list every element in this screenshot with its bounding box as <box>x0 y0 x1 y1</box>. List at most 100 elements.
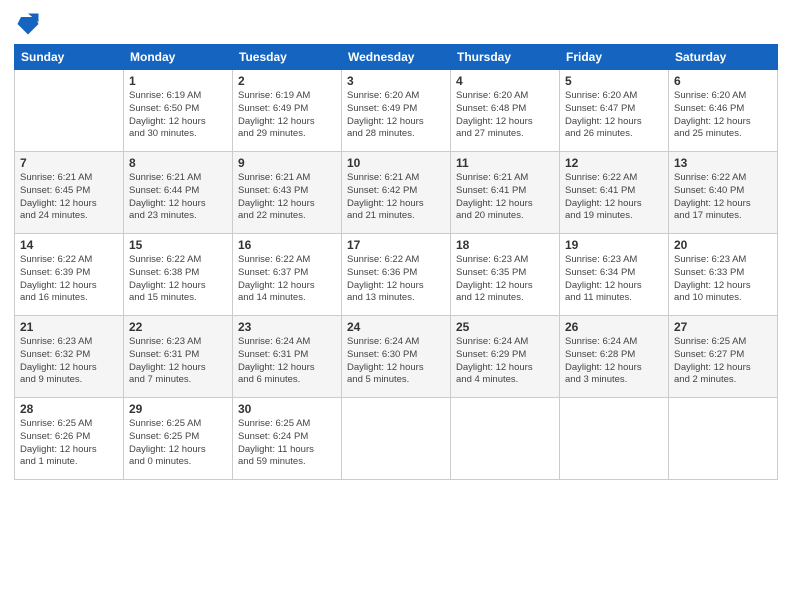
day-info: Sunrise: 6:24 AM Sunset: 6:28 PM Dayligh… <box>565 336 663 387</box>
day-number: 24 <box>347 320 445 334</box>
day-info: Sunrise: 6:25 AM Sunset: 6:27 PM Dayligh… <box>674 336 772 387</box>
calendar-cell: 14 Sunrise: 6:22 AM Sunset: 6:39 PM Dayli… <box>15 234 124 316</box>
day-number: 11 <box>456 156 554 170</box>
calendar-cell: 16 Sunrise: 6:22 AM Sunset: 6:37 PM Dayli… <box>233 234 342 316</box>
day-info: Sunrise: 6:25 AM Sunset: 6:24 PM Dayligh… <box>238 418 336 469</box>
day-info: Sunrise: 6:22 AM Sunset: 6:40 PM Dayligh… <box>674 172 772 223</box>
calendar-cell: 6 Sunrise: 6:20 AM Sunset: 6:46 PM Daylig… <box>669 70 778 152</box>
day-info: Sunrise: 6:19 AM Sunset: 6:50 PM Dayligh… <box>129 90 227 141</box>
day-info: Sunrise: 6:20 AM Sunset: 6:49 PM Dayligh… <box>347 90 445 141</box>
day-number: 1 <box>129 74 227 88</box>
day-number: 12 <box>565 156 663 170</box>
calendar-cell: 4 Sunrise: 6:20 AM Sunset: 6:48 PM Daylig… <box>451 70 560 152</box>
day-info: Sunrise: 6:23 AM Sunset: 6:35 PM Dayligh… <box>456 254 554 305</box>
col-thursday: Thursday <box>451 45 560 70</box>
calendar-cell: 12 Sunrise: 6:22 AM Sunset: 6:41 PM Dayli… <box>560 152 669 234</box>
day-number: 3 <box>347 74 445 88</box>
col-wednesday: Wednesday <box>342 45 451 70</box>
day-number: 19 <box>565 238 663 252</box>
day-number: 4 <box>456 74 554 88</box>
calendar-cell <box>560 398 669 480</box>
day-number: 8 <box>129 156 227 170</box>
calendar-cell: 1 Sunrise: 6:19 AM Sunset: 6:50 PM Daylig… <box>124 70 233 152</box>
day-info: Sunrise: 6:20 AM Sunset: 6:47 PM Dayligh… <box>565 90 663 141</box>
calendar-cell: 20 Sunrise: 6:23 AM Sunset: 6:33 PM Dayli… <box>669 234 778 316</box>
day-info: Sunrise: 6:21 AM Sunset: 6:43 PM Dayligh… <box>238 172 336 223</box>
day-info: Sunrise: 6:22 AM Sunset: 6:39 PM Dayligh… <box>20 254 118 305</box>
col-saturday: Saturday <box>669 45 778 70</box>
calendar-cell: 5 Sunrise: 6:20 AM Sunset: 6:47 PM Daylig… <box>560 70 669 152</box>
calendar-cell: 7 Sunrise: 6:21 AM Sunset: 6:45 PM Daylig… <box>15 152 124 234</box>
day-info: Sunrise: 6:21 AM Sunset: 6:42 PM Dayligh… <box>347 172 445 223</box>
day-number: 27 <box>674 320 772 334</box>
calendar-cell: 13 Sunrise: 6:22 AM Sunset: 6:40 PM Dayli… <box>669 152 778 234</box>
day-number: 7 <box>20 156 118 170</box>
day-number: 15 <box>129 238 227 252</box>
day-number: 26 <box>565 320 663 334</box>
day-info: Sunrise: 6:23 AM Sunset: 6:33 PM Dayligh… <box>674 254 772 305</box>
day-info: Sunrise: 6:23 AM Sunset: 6:32 PM Dayligh… <box>20 336 118 387</box>
day-number: 22 <box>129 320 227 334</box>
day-info: Sunrise: 6:21 AM Sunset: 6:41 PM Dayligh… <box>456 172 554 223</box>
calendar-cell: 2 Sunrise: 6:19 AM Sunset: 6:49 PM Daylig… <box>233 70 342 152</box>
calendar-cell: 19Sunrise: 6:23 AM Sunset: 6:34 PM Dayli… <box>560 234 669 316</box>
calendar-cell: 23 Sunrise: 6:24 AM Sunset: 6:31 PM Dayli… <box>233 316 342 398</box>
calendar-header-row: Sunday Monday Tuesday Wednesday Thursday… <box>15 45 778 70</box>
calendar-cell <box>451 398 560 480</box>
day-number: 14 <box>20 238 118 252</box>
day-number: 16 <box>238 238 336 252</box>
day-info: Sunrise: 6:22 AM Sunset: 6:38 PM Dayligh… <box>129 254 227 305</box>
day-info: Sunrise: 6:24 AM Sunset: 6:30 PM Dayligh… <box>347 336 445 387</box>
day-info: Sunrise: 6:21 AM Sunset: 6:44 PM Dayligh… <box>129 172 227 223</box>
day-info: Sunrise: 6:22 AM Sunset: 6:36 PM Dayligh… <box>347 254 445 305</box>
calendar-cell <box>15 70 124 152</box>
day-info: Sunrise: 6:22 AM Sunset: 6:37 PM Dayligh… <box>238 254 336 305</box>
calendar-cell: 25Sunrise: 6:24 AM Sunset: 6:29 PM Dayli… <box>451 316 560 398</box>
day-info: Sunrise: 6:21 AM Sunset: 6:45 PM Dayligh… <box>20 172 118 223</box>
calendar-cell <box>342 398 451 480</box>
day-number: 21 <box>20 320 118 334</box>
col-tuesday: Tuesday <box>233 45 342 70</box>
day-number: 28 <box>20 402 118 416</box>
day-number: 13 <box>674 156 772 170</box>
day-info: Sunrise: 6:20 AM Sunset: 6:46 PM Dayligh… <box>674 90 772 141</box>
calendar-table: Sunday Monday Tuesday Wednesday Thursday… <box>14 44 778 480</box>
calendar-cell: 22 Sunrise: 6:23 AM Sunset: 6:31 PM Dayli… <box>124 316 233 398</box>
calendar-cell: 8 Sunrise: 6:21 AM Sunset: 6:44 PM Daylig… <box>124 152 233 234</box>
day-info: Sunrise: 6:24 AM Sunset: 6:31 PM Dayligh… <box>238 336 336 387</box>
calendar-cell: 3 Sunrise: 6:20 AM Sunset: 6:49 PM Daylig… <box>342 70 451 152</box>
calendar-cell: 17 Sunrise: 6:22 AM Sunset: 6:36 PM Dayli… <box>342 234 451 316</box>
calendar-cell: 9 Sunrise: 6:21 AM Sunset: 6:43 PM Daylig… <box>233 152 342 234</box>
calendar-cell: 18Sunrise: 6:23 AM Sunset: 6:35 PM Dayli… <box>451 234 560 316</box>
logo <box>14 10 46 38</box>
calendar-cell: 26 Sunrise: 6:24 AM Sunset: 6:28 PM Dayli… <box>560 316 669 398</box>
day-info: Sunrise: 6:23 AM Sunset: 6:31 PM Dayligh… <box>129 336 227 387</box>
day-info: Sunrise: 6:25 AM Sunset: 6:26 PM Dayligh… <box>20 418 118 469</box>
calendar-cell: 10 Sunrise: 6:21 AM Sunset: 6:42 PM Dayli… <box>342 152 451 234</box>
day-number: 17 <box>347 238 445 252</box>
calendar-cell: 15 Sunrise: 6:22 AM Sunset: 6:38 PM Dayli… <box>124 234 233 316</box>
page-header <box>14 10 778 38</box>
calendar-cell: 28 Sunrise: 6:25 AM Sunset: 6:26 PM Dayli… <box>15 398 124 480</box>
calendar-cell <box>669 398 778 480</box>
day-info: Sunrise: 6:25 AM Sunset: 6:25 PM Dayligh… <box>129 418 227 469</box>
col-sunday: Sunday <box>15 45 124 70</box>
calendar-cell: 29Sunrise: 6:25 AM Sunset: 6:25 PM Dayli… <box>124 398 233 480</box>
day-number: 23 <box>238 320 336 334</box>
day-number: 30 <box>238 402 336 416</box>
day-number: 10 <box>347 156 445 170</box>
day-info: Sunrise: 6:22 AM Sunset: 6:41 PM Dayligh… <box>565 172 663 223</box>
day-number: 20 <box>674 238 772 252</box>
day-number: 25 <box>456 320 554 334</box>
day-number: 6 <box>674 74 772 88</box>
col-monday: Monday <box>124 45 233 70</box>
calendar-cell: 30 Sunrise: 6:25 AM Sunset: 6:24 PM Dayli… <box>233 398 342 480</box>
logo-icon <box>14 10 42 38</box>
day-number: 2 <box>238 74 336 88</box>
day-info: Sunrise: 6:19 AM Sunset: 6:49 PM Dayligh… <box>238 90 336 141</box>
day-number: 5 <box>565 74 663 88</box>
calendar-cell: 27 Sunrise: 6:25 AM Sunset: 6:27 PM Dayli… <box>669 316 778 398</box>
day-number: 9 <box>238 156 336 170</box>
day-info: Sunrise: 6:20 AM Sunset: 6:48 PM Dayligh… <box>456 90 554 141</box>
calendar-cell: 21 Sunrise: 6:23 AM Sunset: 6:32 PM Dayli… <box>15 316 124 398</box>
